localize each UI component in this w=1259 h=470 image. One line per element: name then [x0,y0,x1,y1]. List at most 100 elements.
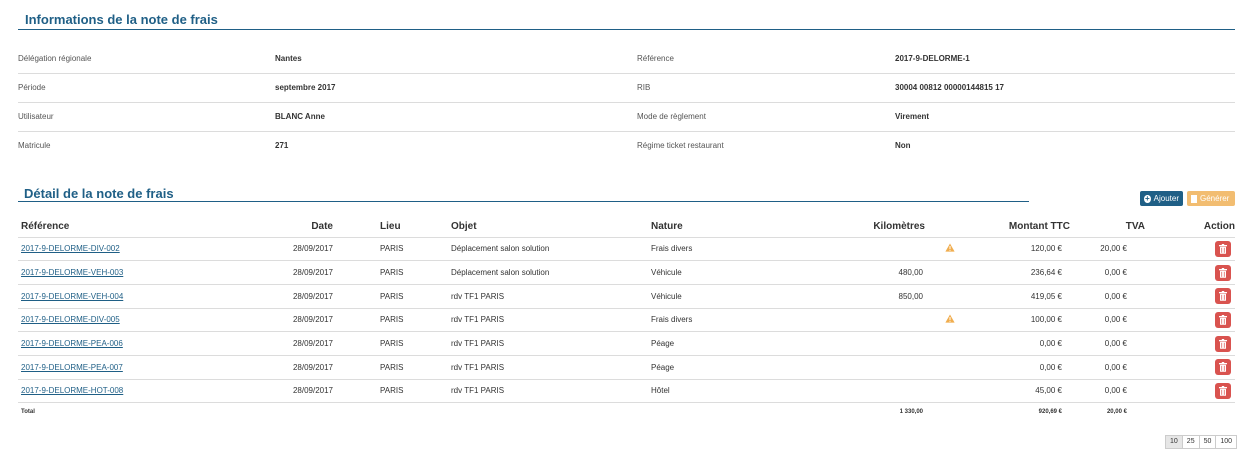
table-row: 2017-9-DELORME-HOT-008 28/09/2017 PARIS rdv… [18,379,1235,404]
page-size-option[interactable]: 50 [1198,435,1217,449]
reference-cell: 2017-9-DELORME-VEH-004 [18,284,213,309]
page-size-option[interactable]: 25 [1181,435,1200,449]
info-value: 30004 00812 00000144815 17 [895,73,1235,103]
warning-cell [925,379,975,404]
objet-cell: rdv TF1 PARIS [413,331,648,356]
column-header-objet[interactable]: Objet [413,217,648,238]
info-row: Période septembre 2017 RIB 30004 00812 0000… [18,73,1235,103]
km-cell [768,355,925,380]
delete-button[interactable] [1215,264,1231,281]
info-value: Nantes [275,44,637,74]
column-header-lieu[interactable]: Lieu [343,217,413,238]
total-label: Total [21,409,35,416]
action-cell [1145,379,1235,404]
column-header-ttc[interactable]: Montant TTC [975,217,1070,238]
reference-link[interactable]: 2017-9-DELORME-PEA-007 [21,363,123,372]
info-row: Utilisateur BLANC Anne Mode de règlement Vi… [18,102,1235,132]
column-header-reference[interactable]: Référence [18,217,213,238]
total-empty [925,403,975,421]
reference-link[interactable]: 2017-9-DELORME-DIV-005 [21,315,120,324]
km-cell: 850,00 [768,284,925,309]
info-label: Référence [637,44,895,74]
tva-cell: 0,00 € [1070,355,1145,380]
lieu-cell: PARIS [343,284,413,309]
info-label: Utilisateur [18,102,275,132]
total-empty [413,403,648,421]
page-size-selector: 10 25 50 100 [1165,435,1238,449]
reference-cell: 2017-9-DELORME-PEA-006 [18,331,213,356]
date-cell: 28/09/2017 [213,308,343,333]
detail-table: Référence Date Lieu Objet Nature Kilomèt… [18,217,1235,421]
warning-cell [925,308,975,333]
plus-circle-icon: + [1144,193,1151,203]
page-size-option[interactable]: 100 [1215,435,1238,449]
generate-button-label: Générer [1200,194,1230,203]
lieu-cell: PARIS [343,379,413,404]
page-size-option[interactable]: 10 [1165,435,1183,449]
action-cell [1145,331,1235,356]
info-label: Régime ticket restaurant [637,141,724,151]
total-empty [648,403,768,421]
reference-cell: 2017-9-DELORME-PEA-007 [18,355,213,380]
km-cell: 480,00 [768,260,925,285]
column-header-date[interactable]: Date [213,217,343,238]
action-cell [1145,284,1235,309]
reference-link[interactable]: 2017-9-DELORME-VEH-003 [21,268,123,277]
reference-link[interactable]: 2017-9-DELORME-PEA-006 [21,339,123,348]
reference-link[interactable]: 2017-9-DELORME-VEH-004 [21,292,123,301]
info-section-title: Informations de la note de frais [18,12,1235,30]
column-header-action: Action [1145,217,1235,238]
total-empty [213,403,343,421]
nature-cell: Frais divers [648,308,768,333]
objet-cell: Déplacement salon solution [413,260,648,285]
delete-button[interactable] [1215,240,1231,257]
delete-button[interactable] [1215,359,1231,376]
info-label: RIB [637,73,895,103]
objet-cell: Déplacement salon solution [413,237,648,262]
reference-cell: 2017-9-DELORME-VEH-003 [18,260,213,285]
date-cell: 28/09/2017 [213,237,343,262]
lieu-cell: PARIS [343,355,413,380]
add-button[interactable]: + Ajouter [1140,191,1183,206]
delete-button[interactable] [1215,382,1231,399]
nature-cell: Hôtel [648,379,768,404]
lieu-cell: PARIS [343,308,413,333]
reference-cell: 2017-9-DELORME-DIV-005 [18,308,213,333]
action-cell [1145,260,1235,285]
column-header-km[interactable]: Kilomètres [768,217,925,238]
info-label: Délégation régionale [18,44,275,74]
info-label: Mode de règlement [637,102,895,132]
reference-cell: 2017-9-DELORME-HOT-008 [18,379,213,404]
document-icon [1191,194,1197,203]
info-label: Matricule [18,141,51,151]
total-ttc: 920,69 € [1038,409,1062,416]
table-row: 2017-9-DELORME-VEH-003 28/09/2017 PARIS Dép… [18,260,1235,285]
date-cell: 28/09/2017 [213,260,343,285]
tva-cell: 0,00 € [1070,379,1145,404]
delete-button[interactable] [1215,311,1231,328]
reference-link[interactable]: 2017-9-DELORME-DIV-002 [21,244,120,253]
detail-header-row: Référence Date Lieu Objet Nature Kilomèt… [18,217,1235,238]
delete-button[interactable] [1215,335,1231,352]
nature-cell: Véhicule [648,260,768,285]
objet-cell: rdv TF1 PARIS [413,308,648,333]
delete-button[interactable] [1215,288,1231,305]
tva-cell: 20,00 € [1070,237,1145,262]
tva-cell: 0,00 € [1070,331,1145,356]
action-cell [1145,355,1235,380]
reference-cell: 2017-9-DELORME-DIV-002 [18,237,213,262]
generate-button[interactable]: Générer [1187,191,1235,206]
column-header-nature[interactable]: Nature [648,217,768,238]
table-row: 2017-9-DELORME-PEA-007 28/09/2017 PARIS rdv… [18,355,1235,380]
action-cell [1145,237,1235,262]
km-cell [768,237,925,262]
column-header-tva[interactable]: TVA [1070,217,1145,238]
total-km: 1 330,00 [899,409,923,416]
km-cell [768,331,925,356]
warning-cell [925,355,975,380]
add-button-label: Ajouter [1153,194,1179,203]
date-cell: 28/09/2017 [213,355,343,380]
warning-icon [945,243,955,252]
reference-link[interactable]: 2017-9-DELORME-HOT-008 [21,386,123,395]
lieu-cell: PARIS [343,331,413,356]
